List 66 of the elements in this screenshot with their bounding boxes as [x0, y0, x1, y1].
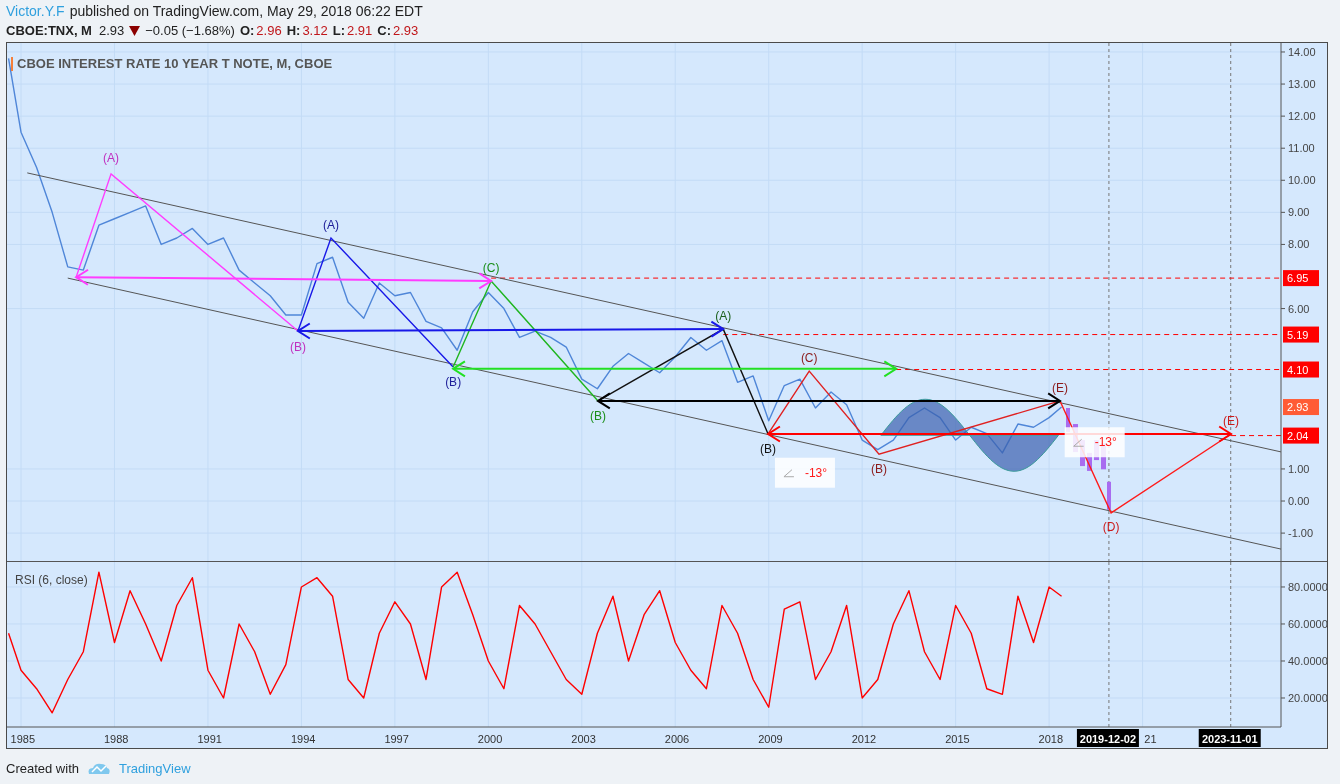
axis-label: 10.00	[1288, 174, 1316, 187]
last-price: 2.93	[98, 22, 125, 40]
date-tag: 2023-11-01	[1198, 729, 1261, 747]
axis-label: 60.0000	[1288, 618, 1327, 630]
wave-label: (B)	[590, 409, 606, 423]
wave-label: (B)	[760, 442, 777, 457]
wave-label: (A)	[103, 150, 120, 165]
angle-label: -13°	[774, 457, 835, 488]
axis-label: 20.0000	[1288, 692, 1327, 704]
ohlc-value: 2.91	[346, 22, 373, 40]
axis-label: 80.0000	[1288, 581, 1327, 593]
symbol-label: CBOE:TNX, M	[6, 22, 92, 40]
ohlc-value: 3.12	[302, 22, 328, 40]
date-tag: 2019-12-02	[1076, 729, 1139, 747]
axis-label: -1.00	[1288, 527, 1314, 540]
ohlc-value: 2.93	[393, 22, 419, 40]
chart-title: CBOE INTEREST RATE 10 YEAR T NOTE, M, CBOE	[17, 56, 333, 71]
ref-line-label: 6.95	[1287, 272, 1309, 285]
wave-label: (C)	[800, 351, 818, 366]
chart-title: RSI (6, close)	[15, 573, 88, 587]
ref-line-label: 4.10	[1287, 363, 1309, 376]
axis-label: 40.0000	[1288, 655, 1327, 667]
axis-label: 2006	[664, 733, 690, 745]
ohlc-value: 2.96	[256, 22, 282, 40]
ohlc-label: L:	[332, 22, 345, 40]
axis-label: 1997	[384, 733, 409, 745]
axis-label: 1985	[10, 733, 35, 745]
ohlc-label: H:	[286, 22, 301, 40]
axis-label: 2009	[758, 733, 783, 745]
wave-label: (B)	[290, 340, 306, 355]
axis-label: 13.00	[1288, 78, 1316, 91]
axis-label: 1.00	[1288, 462, 1310, 475]
axis-label: 6.00	[1288, 302, 1310, 315]
axis-label: 2015	[945, 733, 970, 745]
price-change: −0.05 (−1.68%)	[145, 22, 235, 40]
axis-label: 21	[1144, 733, 1157, 745]
wave-label: (E)	[1223, 413, 1240, 428]
axis-label: 2000	[477, 733, 503, 745]
axis-label: 8.00	[1288, 238, 1310, 251]
axis-label: 1991	[197, 733, 222, 745]
axis-label: 2018	[1038, 733, 1064, 745]
axis-label: 14.00	[1288, 46, 1316, 58]
axis-label: 0.00	[1288, 495, 1310, 507]
price-tag: 6.95	[1283, 270, 1319, 287]
ohlc-label: O:	[239, 22, 255, 40]
wave-label: (A)	[715, 309, 732, 324]
ref-line-label: 5.19	[1287, 328, 1309, 341]
footer-text: Created with	[6, 760, 79, 778]
price-tag: 2.93	[1283, 399, 1319, 416]
wave-label: (E)	[1052, 381, 1068, 396]
axis-label: 2003	[571, 733, 596, 745]
angle-label: -13°	[1064, 427, 1125, 458]
wave-label: (A)	[323, 218, 339, 233]
axis-label: 1994	[290, 733, 316, 745]
wave-label: (B)	[871, 461, 887, 476]
publish-info: published on TradingView.com, May 29, 2018 06:22 EDT	[69, 2, 423, 21]
wave-label: (B)	[445, 375, 462, 390]
axis-label: 1988	[104, 733, 129, 745]
axis-label: 11.00	[1288, 142, 1315, 155]
wave-label: (D)	[1102, 519, 1120, 534]
axis-label: 9.00	[1288, 206, 1310, 219]
ref-line-label: 2.04	[1287, 429, 1309, 442]
ohlc-label: C:	[377, 22, 391, 40]
wave-label: (C)	[482, 261, 500, 276]
axis-label: 2012	[851, 733, 877, 745]
axis-label: 12.00	[1288, 110, 1316, 123]
